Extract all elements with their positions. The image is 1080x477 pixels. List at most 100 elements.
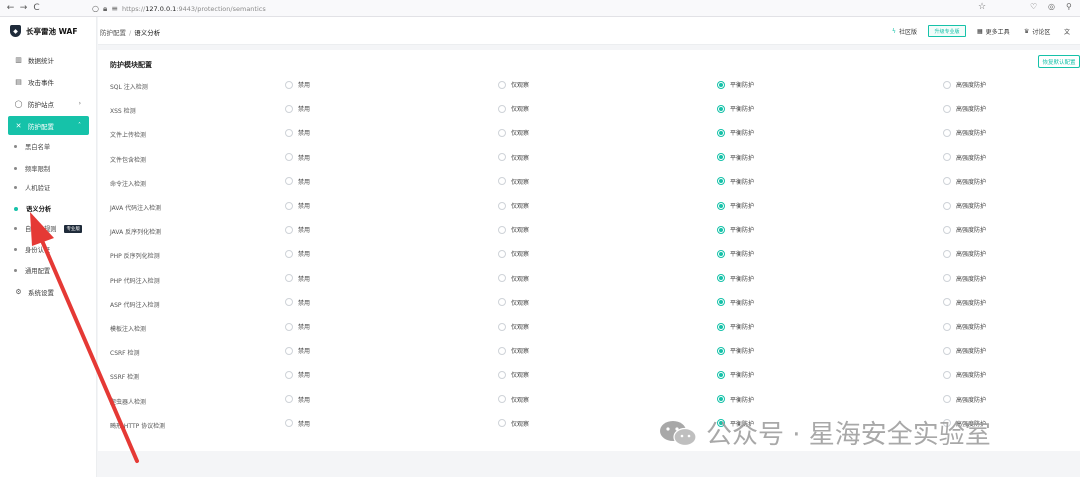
radio-option-disable[interactable]: 禁用	[285, 346, 310, 355]
radio-button[interactable]	[285, 419, 293, 428]
radio-option-observe[interactable]: 仅观察	[498, 201, 529, 210]
radio-option-disable[interactable]: 禁用	[285, 370, 310, 379]
radio-button[interactable]	[498, 249, 506, 258]
account-icon[interactable]: ◎	[1048, 2, 1055, 11]
sidebar-item-events[interactable]: ▤ 攻击事件	[8, 72, 89, 91]
radio-button[interactable]	[498, 225, 506, 234]
radio-option-balanced[interactable]: 平衡防护	[717, 153, 754, 162]
radio-button[interactable]	[498, 104, 506, 113]
radio-button[interactable]	[943, 153, 951, 162]
radio-button[interactable]	[717, 370, 725, 379]
radio-button[interactable]	[498, 80, 506, 89]
radio-option-observe[interactable]: 仅观察	[498, 346, 529, 355]
radio-option-disable[interactable]: 禁用	[285, 249, 310, 258]
radio-option-balanced[interactable]: 平衡防护	[717, 104, 754, 113]
radio-option-disable[interactable]: 禁用	[285, 177, 310, 186]
radio-button[interactable]	[285, 177, 293, 186]
radio-option-balanced[interactable]: 平衡防护	[717, 346, 754, 355]
radio-option-observe[interactable]: 仅观察	[498, 153, 529, 162]
radio-option-disable[interactable]: 禁用	[285, 80, 310, 89]
radio-button[interactable]	[717, 201, 725, 210]
radio-button[interactable]	[498, 153, 506, 162]
radio-button[interactable]	[943, 274, 951, 283]
sidebar-subitem-custom-rules[interactable]: 自定义规则 专业版	[14, 221, 82, 236]
radio-option-strict[interactable]: 高强度防护	[943, 201, 986, 210]
radio-option-disable[interactable]: 禁用	[285, 274, 310, 283]
sidebar-item-protection[interactable]: ✕ 防护配置 ˄	[8, 116, 89, 135]
more-tools-button[interactable]: ▦ 更多工具	[977, 25, 1010, 37]
radio-button[interactable]	[943, 370, 951, 379]
address-bar[interactable]: ○ 🔒︎ ≡ https://127.0.0.1:9443/protection…	[92, 2, 996, 15]
restore-default-button[interactable]: 恢复默认配置	[1038, 55, 1080, 68]
upgrade-button[interactable]: 升级专业版	[928, 25, 966, 37]
radio-button[interactable]	[498, 177, 506, 186]
radio-button[interactable]	[717, 322, 725, 331]
radio-button[interactable]	[717, 249, 725, 258]
radio-option-disable[interactable]: 禁用	[285, 322, 310, 331]
radio-option-disable[interactable]: 禁用	[285, 395, 310, 404]
radio-button[interactable]	[943, 346, 951, 355]
radio-button[interactable]	[943, 225, 951, 234]
forum-button[interactable]: ♛ 讨论区	[1024, 25, 1050, 37]
radio-option-observe[interactable]: 仅观察	[498, 370, 529, 379]
back-button[interactable]: ←	[4, 3, 17, 13]
breadcrumb-parent[interactable]: 防护配置	[100, 29, 126, 37]
radio-button[interactable]	[285, 395, 293, 404]
radio-option-observe[interactable]: 仅观察	[498, 298, 529, 307]
sidebar-subitem-rate-limit[interactable]: 频率限制	[14, 161, 50, 176]
radio-option-observe[interactable]: 仅观察	[498, 395, 529, 404]
radio-button[interactable]	[943, 201, 951, 210]
sidebar-item-settings[interactable]: ⚙ 系统设置	[8, 282, 89, 301]
radio-option-strict[interactable]: 高强度防护	[943, 249, 986, 258]
radio-button[interactable]	[943, 298, 951, 307]
radio-option-strict[interactable]: 高强度防护	[943, 128, 986, 137]
radio-option-disable[interactable]: 禁用	[285, 104, 310, 113]
sidebar-subitem-semantics[interactable]: 语义分析	[14, 201, 51, 216]
radio-option-strict[interactable]: 高强度防护	[943, 395, 986, 404]
radio-button[interactable]	[285, 346, 293, 355]
radio-option-observe[interactable]: 仅观察	[498, 249, 529, 258]
radio-button[interactable]	[498, 370, 506, 379]
language-toggle-icon[interactable]: 文	[1064, 25, 1070, 37]
radio-option-disable[interactable]: 禁用	[285, 298, 310, 307]
radio-option-disable[interactable]: 禁用	[285, 128, 310, 137]
radio-option-strict[interactable]: 高强度防护	[943, 370, 986, 379]
sidebar-subitem-captcha[interactable]: 人机验证	[14, 180, 50, 195]
pocket-icon[interactable]: ♡	[1030, 2, 1037, 11]
radio-button[interactable]	[717, 274, 725, 283]
forward-button[interactable]: →	[17, 3, 30, 13]
sidebar-item-sites[interactable]: ◯ 防护站点 ›	[8, 94, 89, 113]
radio-option-balanced[interactable]: 平衡防护	[717, 177, 754, 186]
radio-button[interactable]	[943, 249, 951, 258]
sidebar-subitem-auth[interactable]: 身份认证	[14, 242, 50, 257]
radio-option-strict[interactable]: 高强度防护	[943, 153, 986, 162]
radio-option-disable[interactable]: 禁用	[285, 201, 310, 210]
extensions-icon[interactable]: ⚲	[1066, 2, 1072, 11]
radio-button[interactable]	[717, 153, 725, 162]
radio-option-strict[interactable]: 高强度防护	[943, 177, 986, 186]
radio-option-observe[interactable]: 仅观察	[498, 419, 529, 428]
radio-option-strict[interactable]: 高强度防护	[943, 346, 986, 355]
radio-option-strict[interactable]: 高强度防护	[943, 104, 986, 113]
radio-option-observe[interactable]: 仅观察	[498, 128, 529, 137]
radio-button[interactable]	[285, 249, 293, 258]
radio-button[interactable]	[285, 274, 293, 283]
radio-option-observe[interactable]: 仅观察	[498, 225, 529, 234]
radio-option-disable[interactable]: 禁用	[285, 419, 310, 428]
radio-button[interactable]	[285, 128, 293, 137]
radio-button[interactable]	[943, 80, 951, 89]
radio-button[interactable]	[285, 201, 293, 210]
radio-button[interactable]	[717, 346, 725, 355]
radio-button[interactable]	[717, 177, 725, 186]
reload-button[interactable]: C	[30, 3, 43, 13]
radio-button[interactable]	[498, 128, 506, 137]
sidebar-item-dashboard[interactable]: ▥ 数据统计	[8, 50, 89, 69]
radio-button[interactable]	[498, 201, 506, 210]
radio-button[interactable]	[498, 274, 506, 283]
sidebar-subitem-general[interactable]: 通用配置	[14, 263, 50, 278]
radio-button[interactable]	[498, 322, 506, 331]
radio-option-balanced[interactable]: 平衡防护	[717, 395, 754, 404]
radio-button[interactable]	[285, 153, 293, 162]
radio-option-observe[interactable]: 仅观察	[498, 177, 529, 186]
radio-option-balanced[interactable]: 平衡防护	[717, 274, 754, 283]
